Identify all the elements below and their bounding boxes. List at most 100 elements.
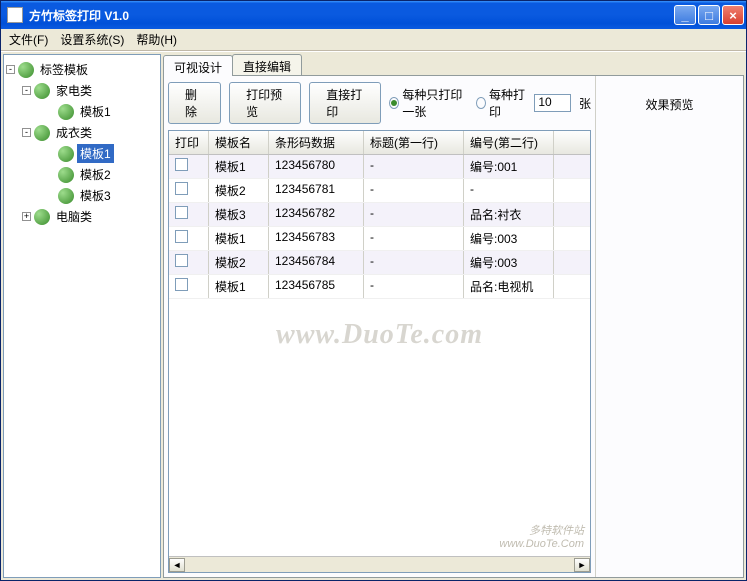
expand-icon[interactable]: + [22, 212, 31, 221]
col-template[interactable]: 模板名 [209, 131, 269, 154]
menu-settings[interactable]: 设置系统(S) [56, 29, 128, 50]
cell-barcode: 123456780 [269, 155, 364, 178]
table-row[interactable]: 模板1123456783-编号:003 [169, 227, 590, 251]
minimize-button[interactable]: _ [674, 5, 696, 25]
cell-title: - [364, 275, 464, 298]
menu-file[interactable]: 文件(F) [5, 29, 52, 50]
template-tree[interactable]: - 标签模板 - 家电类 模板1 - 成衣类 [3, 54, 161, 578]
template-icon [58, 146, 74, 162]
tree-category[interactable]: 电脑类 [53, 207, 95, 226]
tree-template[interactable]: 模板1 [77, 102, 114, 121]
table-row[interactable]: 模板3123456782-品名:衬衣 [169, 203, 590, 227]
preview-pane: 效果预览 [595, 76, 743, 577]
cell-serial: 编号:003 [464, 251, 554, 274]
print-checkbox-cell[interactable] [169, 179, 209, 202]
radio-icon [389, 97, 399, 109]
checkbox-icon[interactable] [175, 206, 188, 219]
print-checkbox-cell[interactable] [169, 251, 209, 274]
cell-barcode: 123456785 [269, 275, 364, 298]
checkbox-icon[interactable] [175, 182, 188, 195]
table-row[interactable]: 模板1123456780-编号:001 [169, 155, 590, 179]
expand-icon[interactable]: - [22, 128, 31, 137]
print-checkbox-cell[interactable] [169, 227, 209, 250]
right-pane: 可视设计 直接编辑 删除 打印预览 直接打印 每种只打印一张 [163, 54, 744, 578]
checkbox-icon[interactable] [175, 278, 188, 291]
print-preview-button[interactable]: 打印预览 [229, 82, 301, 124]
expand-icon[interactable]: - [6, 65, 15, 74]
checkbox-icon[interactable] [175, 158, 188, 171]
cell-template: 模板1 [209, 155, 269, 178]
delete-button[interactable]: 删除 [168, 82, 221, 124]
preview-label: 效果预览 [600, 96, 739, 113]
checkbox-icon[interactable] [175, 254, 188, 267]
col-print[interactable]: 打印 [169, 131, 209, 154]
tab-content: 删除 打印预览 直接打印 每种只打印一张 每种打印 10 张 [163, 76, 744, 578]
close-button[interactable]: × [722, 5, 744, 25]
col-serial[interactable]: 编号(第二行) [464, 131, 554, 154]
expand-icon[interactable]: - [22, 86, 31, 95]
tab-direct-edit[interactable]: 直接编辑 [232, 54, 302, 75]
print-checkbox-cell[interactable] [169, 275, 209, 298]
radio-label: 每种只打印一张 [402, 86, 468, 120]
cell-template: 模板2 [209, 179, 269, 202]
copies-input[interactable]: 10 [534, 94, 571, 112]
menu-bar: 文件(F) 设置系统(S) 帮助(H) [1, 29, 746, 51]
cell-template: 模板1 [209, 275, 269, 298]
main-area: - 标签模板 - 家电类 模板1 - 成衣类 [1, 51, 746, 580]
cell-title: - [364, 227, 464, 250]
tree-template-selected[interactable]: 模板1 [77, 144, 114, 163]
cell-template: 模板1 [209, 227, 269, 250]
col-title[interactable]: 标题(第一行) [364, 131, 464, 154]
category-icon [34, 125, 50, 141]
cell-barcode: 123456783 [269, 227, 364, 250]
table-row[interactable]: 模板1123456785-品名:电视机 [169, 275, 590, 299]
app-window: 方竹标签打印 V1.0 _ □ × 文件(F) 设置系统(S) 帮助(H) - … [0, 0, 747, 581]
direct-print-button[interactable]: 直接打印 [309, 82, 381, 124]
table-row[interactable]: 模板2123456784-编号:003 [169, 251, 590, 275]
print-checkbox-cell[interactable] [169, 155, 209, 178]
tree-template[interactable]: 模板2 [77, 165, 114, 184]
tree-category[interactable]: 成衣类 [53, 123, 95, 142]
cell-template: 模板3 [209, 203, 269, 226]
col-barcode[interactable]: 条形码数据 [269, 131, 364, 154]
corner-watermark: 多特软件站www.DuoTe.Com [499, 522, 584, 550]
menu-help[interactable]: 帮助(H) [132, 29, 181, 50]
radio-print-one[interactable]: 每种只打印一张 [389, 86, 468, 120]
tree-template[interactable]: 模板3 [77, 186, 114, 205]
maximize-button[interactable]: □ [698, 5, 720, 25]
window-buttons: _ □ × [674, 5, 744, 25]
template-icon [58, 104, 74, 120]
sheets-label: 张 [579, 95, 591, 112]
horizontal-scrollbar[interactable]: ◄ ► [169, 556, 590, 572]
radio-icon [476, 97, 486, 109]
grid-body[interactable]: 模板1123456780-编号:001模板2123456781--模板31234… [169, 155, 590, 556]
category-icon [34, 83, 50, 99]
cell-title: - [364, 155, 464, 178]
template-icon [58, 167, 74, 183]
cell-serial: - [464, 179, 554, 202]
radio-print-each[interactable]: 每种打印 [476, 86, 526, 120]
cell-serial: 品名:电视机 [464, 275, 554, 298]
radio-label: 每种打印 [489, 86, 526, 120]
table-row[interactable]: 模板2123456781-- [169, 179, 590, 203]
cell-barcode: 123456782 [269, 203, 364, 226]
tab-visual-design[interactable]: 可视设计 [163, 55, 233, 76]
tree-category[interactable]: 家电类 [53, 81, 95, 100]
center-pane: 删除 打印预览 直接打印 每种只打印一张 每种打印 10 张 [164, 76, 595, 577]
template-icon [58, 188, 74, 204]
title-bar: 方竹标签打印 V1.0 _ □ × [1, 1, 746, 29]
category-icon [34, 209, 50, 225]
toolbar: 删除 打印预览 直接打印 每种只打印一张 每种打印 10 张 [168, 82, 591, 130]
cell-barcode: 123456781 [269, 179, 364, 202]
scroll-left-icon[interactable]: ◄ [169, 558, 185, 572]
checkbox-icon[interactable] [175, 230, 188, 243]
cell-title: - [364, 179, 464, 202]
grid-header: 打印 模板名 条形码数据 标题(第一行) 编号(第二行) [169, 131, 590, 155]
cell-title: - [364, 251, 464, 274]
scroll-right-icon[interactable]: ► [574, 558, 590, 572]
tree-root-label[interactable]: 标签模板 [37, 60, 91, 79]
window-title: 方竹标签打印 V1.0 [29, 7, 674, 24]
cell-serial: 编号:003 [464, 227, 554, 250]
print-checkbox-cell[interactable] [169, 203, 209, 226]
cell-serial: 品名:衬衣 [464, 203, 554, 226]
